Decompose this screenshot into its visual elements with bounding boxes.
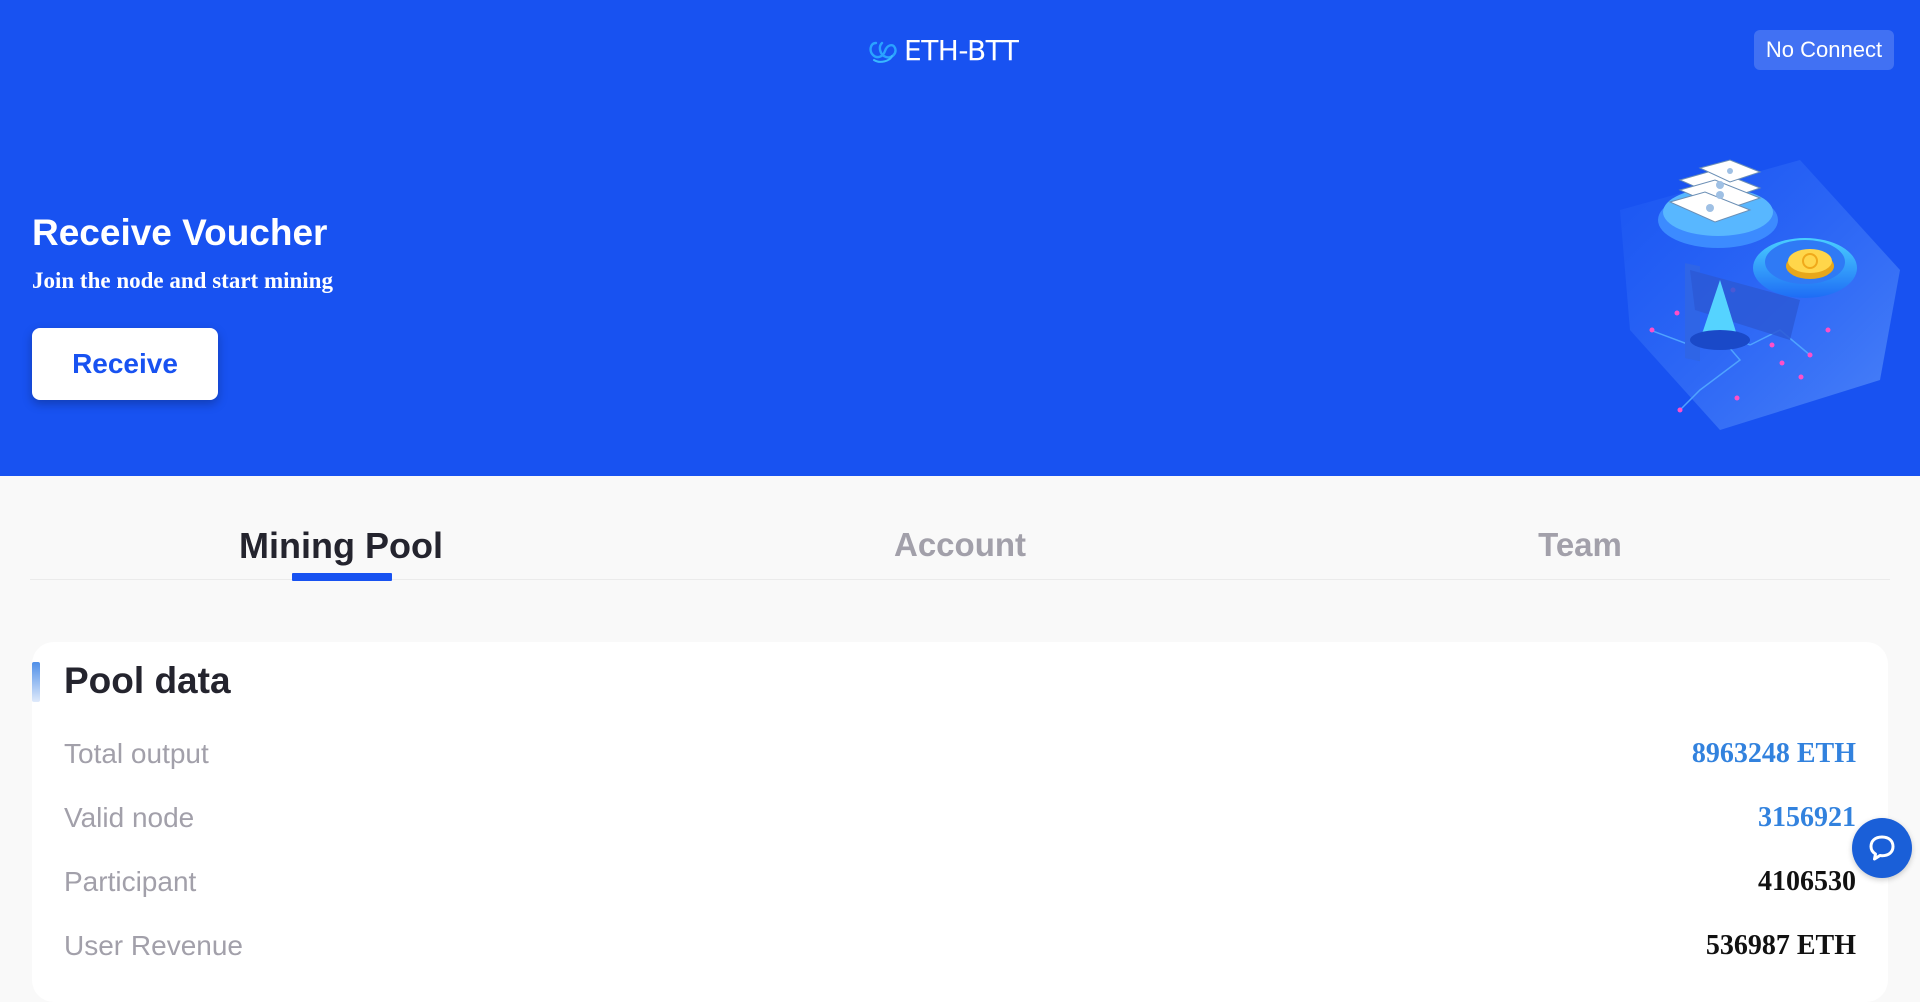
tab-label: Mining Pool xyxy=(239,525,443,566)
pool-data-card: Pool data Total output 8963248 ETH Valid… xyxy=(32,642,1888,1002)
stat-row-valid-node: Valid node 3156921 xyxy=(64,796,1856,836)
card-accent-bar xyxy=(32,662,40,702)
tab-label: Team xyxy=(1538,526,1622,563)
app-logo: ETH-BTT xyxy=(866,33,1019,67)
stat-row-total-output: Total output 8963248 ETH xyxy=(64,732,1856,772)
wallet-connect-button[interactable]: No Connect xyxy=(1754,30,1894,70)
tab-mining-pool[interactable]: Mining Pool xyxy=(141,510,541,581)
receive-button[interactable]: Receive xyxy=(32,328,218,400)
main-tabs: Mining Pool Account Team xyxy=(30,510,1890,581)
stat-value: 536987 ETH xyxy=(1705,930,1856,961)
card-title: Pool data xyxy=(64,660,231,701)
stat-value: 3156921 xyxy=(1758,802,1856,833)
stat-label: Valid node xyxy=(64,802,195,833)
stat-value: 4106530 xyxy=(1758,866,1856,897)
live-chat-button[interactable] xyxy=(1852,818,1912,878)
active-tab-indicator xyxy=(292,573,392,581)
chat-bubble-icon xyxy=(1869,835,1895,861)
tab-team[interactable]: Team xyxy=(1380,510,1780,580)
hero-subtitle: Join the node and start mining xyxy=(32,268,333,293)
stat-label: Participant xyxy=(64,866,197,897)
stat-row-user-revenue: User Revenue 536987 ETH xyxy=(64,924,1856,964)
hero-title: Receive Voucher xyxy=(32,212,328,253)
stat-label: Total output xyxy=(64,738,209,769)
stat-value: 8963248 ETH xyxy=(1691,738,1856,769)
stat-label: User Revenue xyxy=(64,930,243,961)
tab-label: Account xyxy=(894,526,1026,563)
infinity-logo-icon xyxy=(869,41,897,63)
stat-row-participant: Participant 4106530 xyxy=(64,860,1856,900)
mining-illustration-icon xyxy=(1620,159,1900,430)
tab-account[interactable]: Account xyxy=(760,510,1160,580)
hero-banner: ETH-BTT No Connect Receive Voucher Join … xyxy=(0,0,1920,476)
logo-text: ETH-BTT xyxy=(904,33,1019,67)
